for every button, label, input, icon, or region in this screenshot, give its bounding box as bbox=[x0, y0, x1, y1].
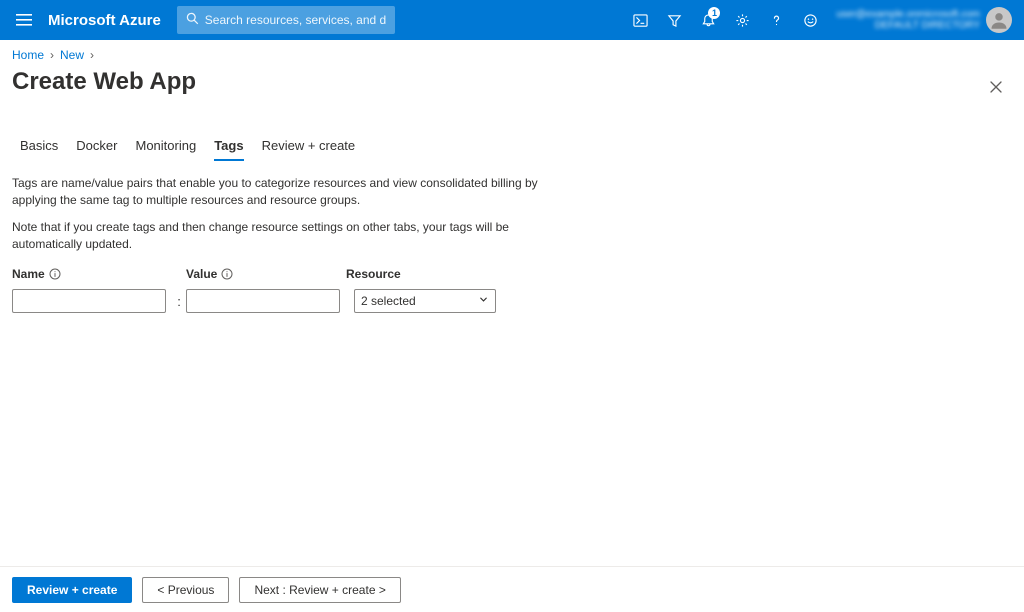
global-header: Microsoft Azure 1 user@ bbox=[0, 0, 1024, 40]
cloud-shell-icon[interactable] bbox=[624, 4, 656, 36]
tab-description: Tags are name/value pairs that enable yo… bbox=[12, 161, 572, 253]
help-icon[interactable] bbox=[760, 4, 792, 36]
tag-header-name: Name bbox=[12, 267, 172, 281]
feedback-icon[interactable] bbox=[794, 4, 826, 36]
info-icon[interactable] bbox=[49, 268, 61, 280]
tag-value-input[interactable] bbox=[186, 289, 340, 313]
info-icon[interactable] bbox=[221, 268, 233, 280]
tab-bar: Basics Docker Monitoring Tags Review + c… bbox=[12, 134, 1012, 161]
tag-header-value: Value bbox=[186, 267, 346, 281]
tab-review-create[interactable]: Review + create bbox=[262, 134, 356, 161]
tag-headers: Name Value Resource bbox=[12, 267, 1012, 281]
wizard-footer: Review + create < Previous Next : Review… bbox=[0, 566, 1024, 612]
search-icon bbox=[186, 12, 199, 28]
tag-colon: : bbox=[172, 294, 186, 309]
page-content: Home › New › Create Web App Basics Docke… bbox=[0, 40, 1024, 313]
directory-filter-icon[interactable] bbox=[658, 4, 690, 36]
menu-icon[interactable] bbox=[8, 4, 40, 36]
previous-button[interactable]: < Previous bbox=[142, 577, 229, 603]
review-create-button[interactable]: Review + create bbox=[12, 577, 132, 603]
tag-resource-selected-label: 2 selected bbox=[361, 294, 416, 308]
search-container bbox=[177, 6, 395, 34]
chevron-right-icon: › bbox=[50, 48, 54, 62]
avatar bbox=[986, 7, 1012, 33]
breadcrumb: Home › New › bbox=[12, 46, 1012, 66]
tag-name-input[interactable] bbox=[12, 289, 166, 313]
tab-monitoring[interactable]: Monitoring bbox=[135, 134, 196, 161]
description-line-2: Note that if you create tags and then ch… bbox=[12, 219, 572, 253]
next-button[interactable]: Next : Review + create > bbox=[239, 577, 400, 603]
search-box[interactable] bbox=[177, 6, 395, 34]
chevron-right-icon: › bbox=[90, 48, 94, 62]
account-menu[interactable]: user@example.onmicrosoft.com DEFAULT DIR… bbox=[836, 7, 1016, 33]
notification-badge: 1 bbox=[708, 7, 720, 19]
search-input[interactable] bbox=[199, 13, 386, 27]
settings-icon[interactable] bbox=[726, 4, 758, 36]
brand-label[interactable]: Microsoft Azure bbox=[48, 12, 161, 29]
tag-header-resource: Resource bbox=[346, 267, 496, 281]
breadcrumb-home[interactable]: Home bbox=[12, 48, 44, 62]
header-icon-group: 1 bbox=[624, 4, 826, 36]
tab-basics[interactable]: Basics bbox=[20, 134, 58, 161]
tag-row: : 2 selected bbox=[12, 289, 1012, 313]
tag-resource-select[interactable]: 2 selected bbox=[354, 289, 496, 313]
tab-tags[interactable]: Tags bbox=[214, 134, 243, 161]
close-icon[interactable] bbox=[980, 71, 1012, 103]
account-label: user@example.onmicrosoft.com DEFAULT DIR… bbox=[836, 9, 980, 31]
description-line-1: Tags are name/value pairs that enable yo… bbox=[12, 175, 572, 209]
notifications-icon[interactable]: 1 bbox=[692, 4, 724, 36]
chevron-down-icon bbox=[478, 294, 489, 308]
page-title: Create Web App bbox=[12, 66, 980, 108]
tab-docker[interactable]: Docker bbox=[76, 134, 117, 161]
breadcrumb-new[interactable]: New bbox=[60, 48, 84, 62]
